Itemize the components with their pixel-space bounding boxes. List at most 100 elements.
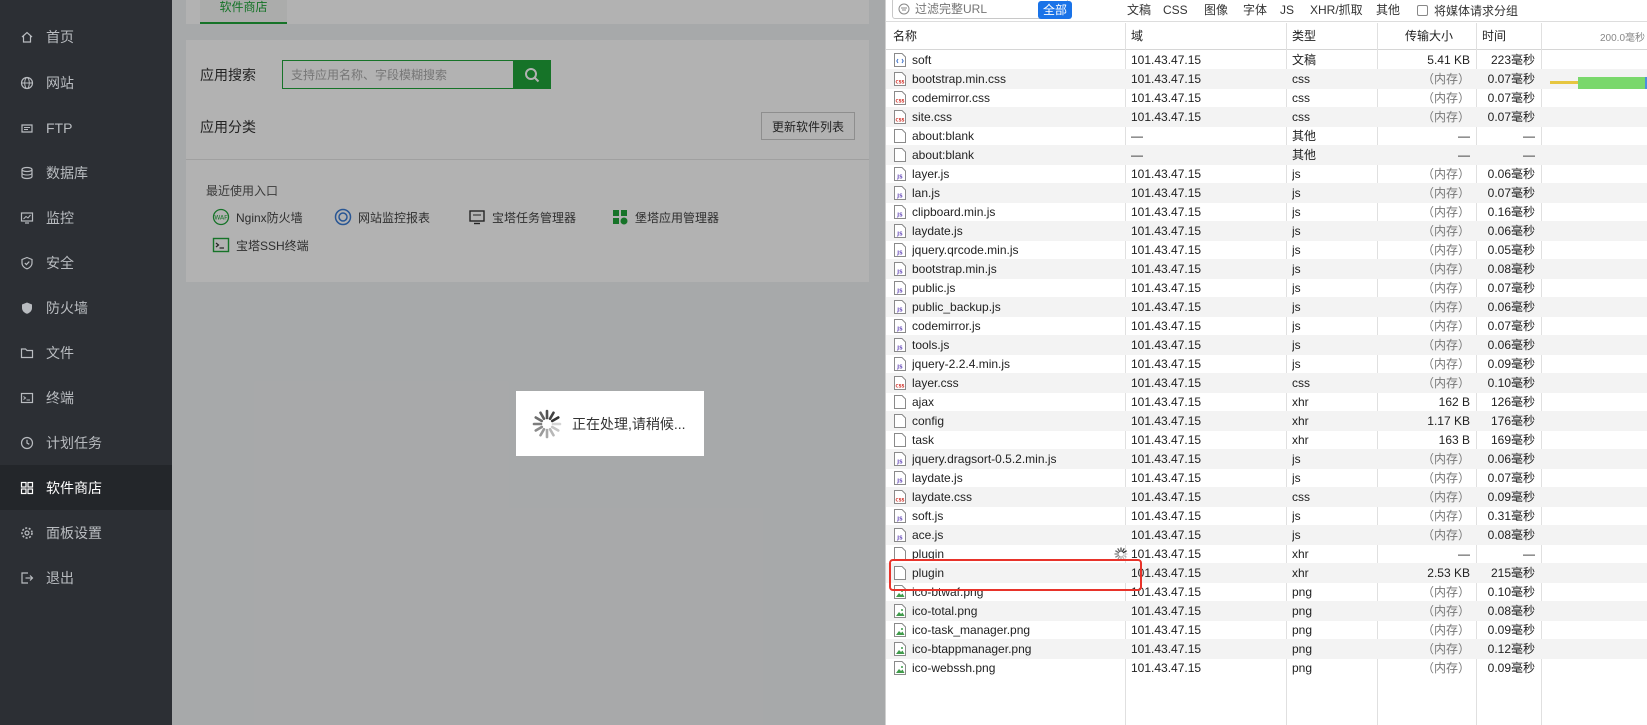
cell-name: public.js <box>912 281 956 295</box>
filter-type-4[interactable]: 字体 <box>1238 1 1272 19</box>
group-media-label: 将媒体请求分组 <box>1434 4 1519 18</box>
sidebar-item-12[interactable]: 退出 <box>0 555 172 600</box>
sidebar-item-11[interactable]: 面板设置 <box>0 510 172 555</box>
column-domain[interactable]: 域 <box>1131 23 1143 50</box>
sidebar-item-10[interactable]: 软件商店 <box>0 465 172 510</box>
group-media-checkbox[interactable]: 将媒体请求分组 <box>1417 2 1518 19</box>
cell-name: plugin <box>912 547 945 561</box>
blank-file-icon <box>894 414 906 428</box>
table-row[interactable]: JS public.js 101.43.47.15 js （内存） 0.07毫秒 <box>886 278 1647 298</box>
css-file-icon: CSS <box>894 376 906 390</box>
cell-type: css <box>1292 376 1310 390</box>
cell-type: css <box>1292 91 1310 105</box>
table-row[interactable]: ico-btappmanager.png 101.43.47.15 png （内存） 0… <box>886 639 1647 659</box>
table-row[interactable]: JS laydate.js 101.43.47.15 js （内存） 0.07毫秒 <box>886 468 1647 488</box>
cell-name: jquery.dragsort-0.5.2.min.js <box>912 452 1057 466</box>
cell-size: — <box>1458 129 1470 143</box>
cell-size: （内存） <box>1421 604 1470 618</box>
table-row[interactable]: ico-task_manager.png 101.43.47.15 png （内存） 0… <box>886 620 1647 640</box>
filter-type-7[interactable]: 其他 <box>1371 1 1405 19</box>
cell-time: 126毫秒 <box>1490 395 1535 409</box>
filter-type-3[interactable]: 图像 <box>1199 1 1233 19</box>
home-icon <box>20 30 34 44</box>
sidebar-item-0[interactable]: 首页 <box>0 14 172 59</box>
column-name[interactable]: 名称 <box>893 23 917 50</box>
table-row[interactable]: CSS layer.css 101.43.47.15 css （内存） 0.10毫秒 <box>886 373 1647 393</box>
filter-type-0[interactable]: 全部 <box>1038 1 1073 19</box>
table-row[interactable]: ico-total.png 101.43.47.15 png （内存） 0.08毫秒 <box>886 601 1647 621</box>
table-row[interactable]: JS bootstrap.min.js 101.43.47.15 js （内存） 0.08… <box>886 259 1647 279</box>
filter-type-6[interactable]: XHR/抓取 <box>1305 1 1368 19</box>
filter-type-1[interactable]: 文稿 <box>1122 1 1156 19</box>
table-row[interactable]: ajax 101.43.47.15 xhr 162 B 126毫秒 <box>886 392 1647 412</box>
cell-domain: 101.43.47.15 <box>1131 395 1202 409</box>
sidebar-item-label: 计划任务 <box>46 434 102 451</box>
svg-text:CSS: CSS <box>896 99 905 104</box>
column-size[interactable]: 传输大小 <box>1405 23 1453 50</box>
cell-name: bootstrap.min.js <box>912 262 997 276</box>
js-file-icon: JS <box>894 186 906 200</box>
svg-text:JS: JS <box>896 536 903 542</box>
cell-name: site.css <box>912 110 953 124</box>
filter-type-5[interactable]: JS <box>1275 1 1299 19</box>
table-row[interactable]: plugin 101.43.47.15 xhr — — <box>886 544 1647 564</box>
table-row[interactable]: JS jquery-2.2.4.min.js 101.43.47.15 js （内存） 0… <box>886 354 1647 374</box>
cell-name: ico-webssh.png <box>912 661 996 675</box>
table-row[interactable]: CSS codemirror.css 101.43.47.15 css （内存） 0.07… <box>886 88 1647 108</box>
filter-type-2[interactable]: CSS <box>1158 1 1193 19</box>
table-row[interactable]: plugin 101.43.47.15 xhr 2.53 KB 215毫秒 <box>886 563 1647 583</box>
blank-file-icon <box>894 566 906 580</box>
table-row[interactable]: JS jquery.dragsort-0.5.2.min.js 101.43.47.… <box>886 449 1647 469</box>
table-row[interactable]: JS tools.js 101.43.47.15 js （内存） 0.06毫秒 <box>886 335 1647 355</box>
js-file-icon: JS <box>894 509 906 523</box>
sidebar-item-8[interactable]: 终端 <box>0 375 172 420</box>
table-row[interactable]: ico-webssh.png 101.43.47.15 png （内存） 0.09毫秒 <box>886 658 1647 678</box>
blank-file-icon <box>894 129 906 143</box>
pending-spinner-icon <box>1114 547 1128 561</box>
table-row[interactable]: about:blank — 其他 — — <box>886 145 1647 165</box>
sidebar-item-4[interactable]: 监控 <box>0 195 172 240</box>
table-row[interactable]: JS jquery.qrcode.min.js 101.43.47.15 js （内存）… <box>886 240 1647 260</box>
column-type[interactable]: 类型 <box>1292 23 1316 50</box>
devtools-network-panel: 全部文稿CSS图像字体JSXHR/抓取其他 将媒体请求分组 名称 域 类型 传输… <box>885 0 1647 725</box>
table-row[interactable]: ico-btwaf.png 101.43.47.15 png （内存） 0.10毫秒 <box>886 582 1647 602</box>
table-row[interactable]: JS laydate.js 101.43.47.15 js （内存） 0.06毫秒 <box>886 221 1647 241</box>
cell-domain: 101.43.47.15 <box>1131 224 1202 238</box>
sidebar-item-2[interactable]: FTP <box>0 105 172 150</box>
cell-size: （内存） <box>1421 224 1470 238</box>
table-row[interactable]: JS public_backup.js 101.43.47.15 js （内存） 0.06… <box>886 297 1647 317</box>
table-row[interactable]: CSS laydate.css 101.43.47.15 css （内存） 0.09毫秒 <box>886 487 1647 507</box>
sidebar-item-5[interactable]: 安全 <box>0 240 172 285</box>
document-icon <box>894 53 906 67</box>
cell-name: about:blank <box>912 148 975 162</box>
table-row[interactable]: soft 101.43.47.15 文稿 5.41 KB 223毫秒 <box>886 50 1647 70</box>
cell-type: 其他 <box>1292 148 1317 162</box>
table-row[interactable]: JS soft.js 101.43.47.15 js （内存） 0.31毫秒 <box>886 506 1647 526</box>
table-row[interactable]: CSS site.css 101.43.47.15 css （内存） 0.07毫秒 <box>886 107 1647 127</box>
cell-size: （内存） <box>1421 300 1470 314</box>
table-row[interactable]: CSS bootstrap.min.css 101.43.47.15 css （内存） 0… <box>886 69 1647 89</box>
sidebar-item-3[interactable]: 数据库 <box>0 150 172 195</box>
table-row[interactable]: JS layer.js 101.43.47.15 js （内存） 0.06毫秒 <box>886 164 1647 184</box>
table-row[interactable]: config 101.43.47.15 xhr 1.17 KB 176毫秒 <box>886 411 1647 431</box>
cell-domain: 101.43.47.15 <box>1131 623 1202 637</box>
table-row[interactable]: task 101.43.47.15 xhr 163 B 169毫秒 <box>886 430 1647 450</box>
sidebar-item-7[interactable]: 文件 <box>0 330 172 375</box>
sidebar-item-1[interactable]: 网站 <box>0 60 172 105</box>
table-row[interactable]: about:blank — 其他 — — <box>886 126 1647 146</box>
table-row[interactable]: JS lan.js 101.43.47.15 js （内存） 0.07毫秒 <box>886 183 1647 203</box>
sidebar-item-label: 网站 <box>46 74 74 91</box>
column-time[interactable]: 时间 <box>1482 23 1506 50</box>
table-row[interactable]: JS clipboard.min.js 101.43.47.15 js （内存） 0.16… <box>886 202 1647 222</box>
image-file-icon <box>894 623 906 637</box>
sidebar-item-9[interactable]: 计划任务 <box>0 420 172 465</box>
cell-time: 169毫秒 <box>1490 433 1535 447</box>
cell-size: — <box>1458 547 1470 561</box>
cell-size: （内存） <box>1421 509 1470 523</box>
cell-type: 其他 <box>1292 129 1317 143</box>
table-row[interactable]: JS ace.js 101.43.47.15 js （内存） 0.08毫秒 <box>886 525 1647 545</box>
sidebar-item-6[interactable]: 防火墙 <box>0 285 172 330</box>
table-row[interactable]: JS codemirror.js 101.43.47.15 js （内存） 0.07毫秒 <box>886 316 1647 336</box>
checkbox-box[interactable] <box>1417 5 1428 16</box>
cell-time: 0.06毫秒 <box>1487 167 1535 181</box>
